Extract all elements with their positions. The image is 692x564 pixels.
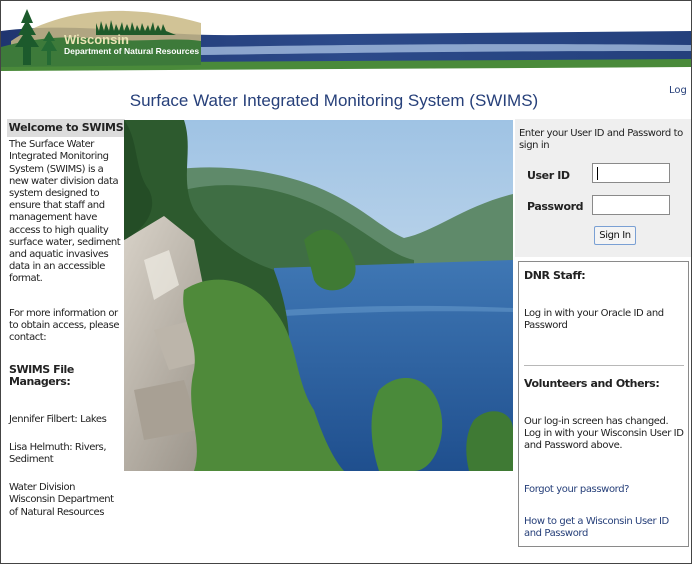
agency-department: Department of Natural Resources [64,46,200,56]
log-in-link[interactable]: Log In [669,85,691,96]
manager-lakes: Jennifer Filbert: Lakes [9,413,107,425]
text-cursor [597,167,598,180]
intro-text: The Surface Water Integrated Monitoring … [9,139,121,285]
dnr-staff-heading: DNR Staff: [524,269,586,282]
signin-instructions: Enter your User ID and Password to sign … [519,128,683,151]
volunteers-heading: Volunteers and Others: [524,377,660,390]
volunteers-text: Our log-in screen has changed. Log in wi… [524,416,684,451]
user-id-input[interactable] [592,163,670,183]
dnr-banner: Wisconsin Department of Natural Resource… [1,1,691,81]
section-divider [524,365,684,366]
more-info-text: For more information or to obtain access… [9,307,120,344]
user-id-label: User ID [527,169,570,182]
agency-name: Wisconsin Department of Natural Resource… [64,33,199,56]
lake-photo [124,120,513,471]
lake-landscape-image [124,120,513,471]
password-input[interactable] [592,195,670,215]
get-wisconsin-id-link[interactable]: How to get a Wisconsin User ID and Passw… [524,516,686,540]
file-managers-heading: SWIMS File Managers: [9,363,74,389]
login-help-box: DNR Staff: Log in with your Oracle ID an… [518,261,689,547]
dnr-staff-text: Log in with your Oracle ID and Password [524,308,664,331]
manager-rivers: Lisa Helmuth: Rivers, Sediment [9,441,107,466]
forgot-password-link[interactable]: Forgot your password? [524,484,686,496]
signin-panel: Enter your User ID and Password to sign … [515,119,691,257]
page-frame: Wisconsin Department of Natural Resource… [0,0,692,564]
page-title: Surface Water Integrated Monitoring Syst… [129,91,539,110]
agency-state: Wisconsin [64,32,129,47]
water-division-text: Water Division Wisconsin Department of N… [9,482,114,518]
password-label: Password [527,200,584,213]
welcome-heading: Welcome to SWIMS [7,119,125,138]
sign-in-button[interactable]: Sign In [594,226,636,245]
welcome-sidebar: Welcome to SWIMS The Surface Water Integ… [7,119,125,519]
title-row: Surface Water Integrated Monitoring Syst… [1,81,691,119]
